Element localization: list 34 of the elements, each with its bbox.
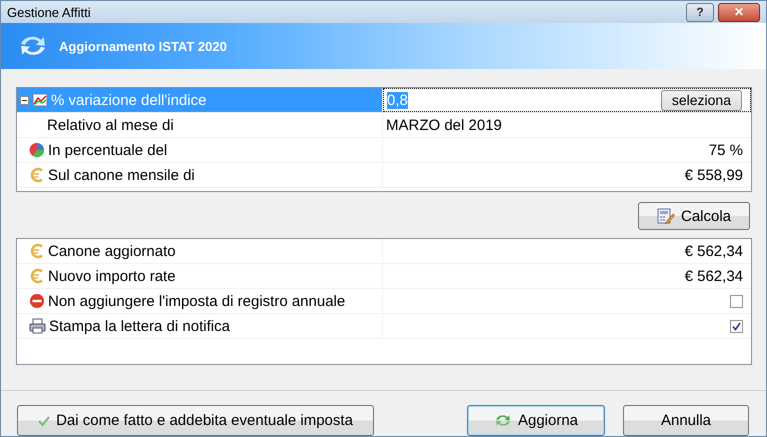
result-value: € 562,34 [684, 242, 743, 260]
checkbox[interactable] [730, 294, 743, 308]
property-label-text: In percentuale del [48, 142, 168, 158]
euro-icon [29, 243, 45, 259]
result-value: € 562,34 [684, 268, 743, 284]
result-label: Canone aggiornato [48, 242, 176, 260]
help-button[interactable]: ? [686, 2, 714, 22]
printer-icon [29, 318, 46, 334]
result-label: Non aggiungere l'imposta di registro annuale [48, 292, 346, 310]
result-label: Stampa la lettera di notifica [49, 318, 230, 334]
refresh-icon [494, 413, 512, 428]
check-icon [38, 414, 50, 426]
chart-icon [32, 92, 48, 108]
collapse-icon[interactable] [20, 96, 29, 104]
pie-chart-icon [29, 142, 45, 158]
property-label-text: % variazione dell'indice [51, 92, 206, 108]
no-entry-icon [29, 293, 45, 309]
header-title: Aggiornamento ISTAT 2020 [59, 38, 227, 54]
checkbox[interactable] [730, 320, 743, 332]
mark-done-button[interactable]: Dai come fatto e addebita eventuale imposta [17, 405, 374, 436]
cancel-button[interactable]: Annulla [623, 405, 749, 436]
property-value: € 558,99 [684, 166, 743, 184]
property-label-text: Relativo al mese di [47, 116, 174, 134]
euro-icon [29, 268, 45, 284]
window-title: Gestione Affitti [7, 4, 92, 20]
select-button[interactable]: seleziona [660, 90, 742, 110]
result-label: Nuovo importo rate [48, 268, 176, 284]
calculator-pencil-icon [656, 208, 675, 224]
update-button[interactable]: Aggiorna [467, 405, 605, 436]
property-label-text: Sul canone mensile di [48, 166, 195, 184]
property-value: MARZO del 2019 [386, 116, 502, 134]
euro-icon [29, 167, 45, 183]
calculate-button[interactable]: Calcola [638, 202, 750, 230]
property-value: 75 % [708, 142, 743, 158]
